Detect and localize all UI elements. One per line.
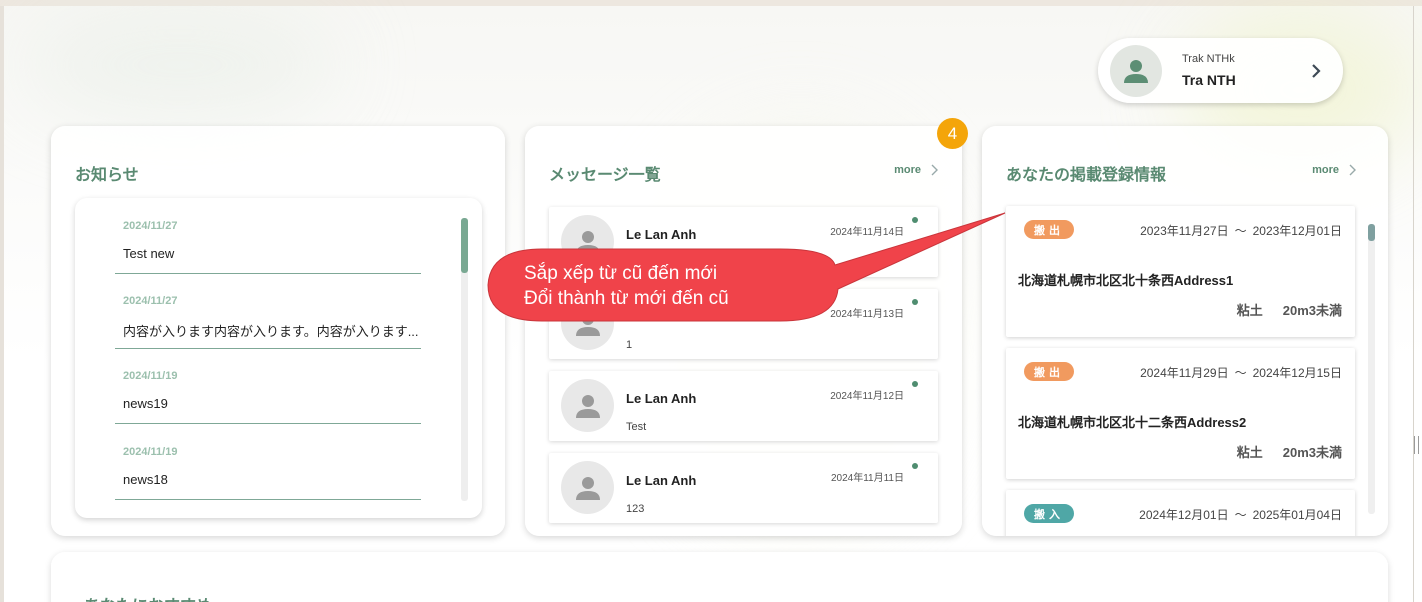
news-date: 2024/11/19: [123, 370, 178, 382]
period-start: 2023年11月27日: [1140, 224, 1229, 238]
period: 2024年11月29日 ～ 2024年12月15日: [1140, 364, 1342, 381]
period: 2023年11月27日 ～ 2023年12月01日: [1140, 222, 1342, 239]
message-preview: 1: [626, 339, 633, 351]
message-date: 2024年11月11日: [830, 473, 904, 484]
type-tag: 搬出: [1024, 220, 1074, 239]
user-subname: Trak NTHk: [1182, 53, 1235, 65]
news-panel-title: お知らせ: [75, 167, 139, 184]
registration-panel-title: あなたの掲載登録情報: [1006, 167, 1167, 184]
person-icon: [1124, 59, 1148, 83]
message-preview: 123: [626, 503, 645, 515]
registration-item[interactable]: 搬入 2024年12月01日 ～ 2025年01月04日: [1006, 490, 1355, 536]
news-panel: お知らせ 2024/11/27 Test new 2024/11/27 内容が入…: [51, 126, 505, 536]
soil-type: 粘土: [1236, 445, 1263, 460]
chevron-right-icon: [931, 164, 938, 176]
news-scrollbar-thumb[interactable]: [461, 218, 468, 273]
period-separator: ～: [1234, 366, 1247, 380]
user-avatar: [1110, 44, 1162, 97]
user-menu-button[interactable]: Trak NTHk Tra NTH: [1098, 38, 1343, 103]
period-separator: ～: [1234, 224, 1247, 238]
volume: 20m3未満: [1282, 303, 1342, 318]
chevron-right-icon: [1312, 63, 1321, 78]
message-sender: Le Lan Anh: [626, 391, 697, 406]
registration-scrollbar-thumb[interactable]: [1368, 224, 1375, 241]
news-item[interactable]: 2024/11/19 news18: [115, 424, 421, 500]
more-label: more: [894, 164, 921, 176]
news-title: Test new: [123, 246, 175, 261]
message-preview: Test: [626, 421, 647, 433]
period-start: 2024年11月29日: [1140, 366, 1229, 380]
annotation-line: Đổi thành từ mới đến cũ: [524, 288, 729, 309]
registration-scrollbar[interactable]: [1368, 224, 1375, 514]
background-decoration: [20, 10, 340, 120]
address: 北海道札幌市北区北十条西Address1: [1018, 273, 1234, 288]
type-tag: 搬入: [1024, 504, 1074, 523]
period: 2024年12月01日 ～ 2025年01月04日: [1139, 506, 1342, 523]
chevron-right-icon: [1349, 164, 1356, 176]
news-title: news19: [123, 396, 168, 411]
messages-panel: メッセージ一覧 more Le Lan Anh 2024年11月14日 1 20…: [525, 126, 962, 536]
unread-dot: [912, 381, 918, 387]
registration-panel: あなたの掲載登録情報 more 搬出 2023年11月27日 ～ 2023年12月0…: [982, 126, 1388, 536]
annotation-line: Sắp xếp từ cũ đến mới: [524, 263, 718, 284]
period-end: 2024年12月15日: [1252, 366, 1342, 380]
recommend-panel: あなたにおすすめ: [51, 552, 1388, 602]
soil-type: 粘土: [1236, 303, 1263, 318]
message-item[interactable]: Le Lan Anh Test 2024年11月12日: [549, 371, 938, 441]
period-separator: ～: [1234, 508, 1247, 522]
resize-handle[interactable]: [1414, 436, 1419, 454]
news-list: 2024/11/27 Test new 2024/11/27 内容が入ります内容…: [75, 198, 482, 518]
avatar: [561, 379, 614, 432]
unread-count-badge: 4: [937, 118, 968, 149]
person-icon: [575, 394, 600, 418]
message-sender: Le Lan Anh: [626, 473, 697, 488]
news-item[interactable]: 2024/11/19 news19: [115, 348, 421, 424]
type-tag: 搬出: [1024, 362, 1074, 381]
soil-info: 粘土 20m3未満: [1237, 442, 1342, 461]
registration-item[interactable]: 搬出 2023年11月27日 ～ 2023年12月01日 北海道札幌市北区北十条西A…: [1006, 206, 1355, 337]
news-item[interactable]: 2024/11/27 内容が入ります内容が入ります。内容が入ります...: [115, 273, 421, 349]
page-scrollbar[interactable]: [1413, 6, 1414, 602]
user-name: Tra NTH: [1182, 72, 1236, 88]
news-date: 2024/11/27: [123, 295, 178, 307]
left-edge: [0, 6, 4, 602]
soil-info: 粘土 20m3未満: [1237, 300, 1342, 319]
avatar: [561, 461, 614, 514]
person-icon: [575, 476, 600, 500]
messages-more-link[interactable]: more: [894, 164, 938, 176]
period-end: 2025年01月04日: [1252, 508, 1342, 522]
news-item[interactable]: 2024/11/27 Test new: [115, 198, 421, 274]
news-scrollbar[interactable]: [461, 218, 468, 501]
news-title: news18: [123, 472, 168, 487]
more-label: more: [1312, 164, 1339, 176]
unread-dot: [912, 463, 918, 469]
message-date: 2024年11月12日: [830, 391, 904, 402]
period-end: 2023年12月01日: [1252, 224, 1342, 238]
annotation-text: Sắp xếp từ cũ đến mới Đổi thành từ mới đ…: [524, 261, 729, 311]
volume: 20m3未満: [1282, 445, 1342, 460]
news-title: 内容が入ります内容が入ります。内容が入ります...: [123, 324, 419, 339]
registration-item[interactable]: 搬出 2024年11月29日 ～ 2024年12月15日 北海道札幌市北区北十二条西…: [1006, 348, 1355, 479]
address: 北海道札幌市北区北十二条西Address2: [1018, 415, 1247, 430]
news-date: 2024/11/19: [123, 446, 178, 458]
message-item[interactable]: Le Lan Anh 123 2024年11月11日: [549, 453, 938, 523]
period-start: 2024年12月01日: [1139, 508, 1229, 522]
registration-more-link[interactable]: more: [1312, 164, 1356, 176]
news-date: 2024/11/27: [123, 220, 178, 232]
messages-panel-title: メッセージ一覧: [549, 167, 661, 184]
recommend-panel-title: あなたにおすすめ: [84, 592, 212, 602]
